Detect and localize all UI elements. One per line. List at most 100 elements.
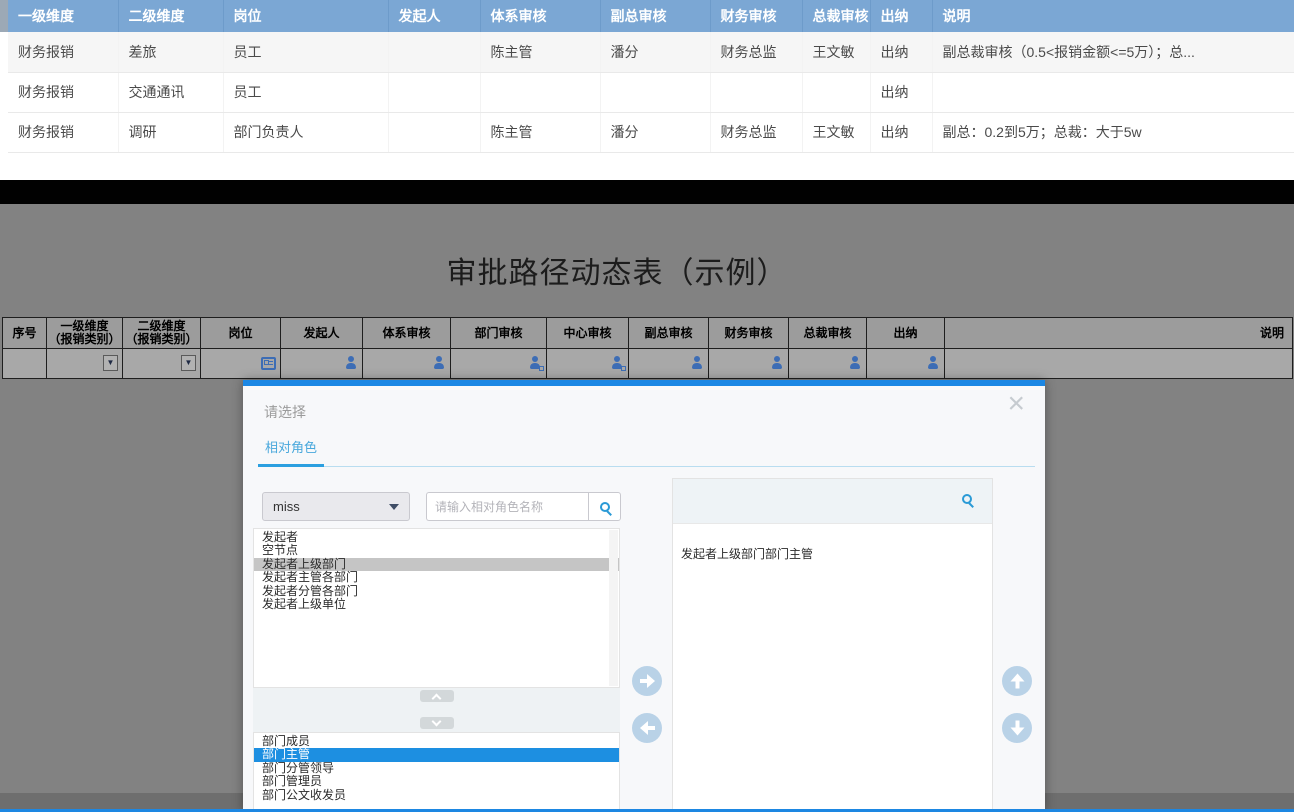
person-picker-icon[interactable]	[927, 356, 940, 370]
cell-dim2: ▼	[123, 349, 201, 379]
collapse-down-button[interactable]	[420, 717, 454, 729]
path-input-row: ▼ ▼	[3, 349, 1293, 379]
person-picker-icon[interactable]	[433, 356, 446, 370]
person-badge-picker-icon[interactable]	[529, 356, 542, 370]
col-header: 财务审核	[709, 318, 789, 349]
arrow-down-icon	[1010, 721, 1024, 736]
list-item[interactable]: 发起者主管各部门	[254, 571, 619, 584]
dropdown-button[interactable]: ▼	[181, 355, 196, 371]
selected-search-bar[interactable]	[673, 479, 992, 524]
dialog-title: 请选择	[264, 402, 306, 422]
col-header: 总裁审核	[802, 0, 870, 32]
list-item[interactable]: 发起者上级单位	[254, 598, 619, 611]
col-header: 副总审核	[600, 0, 710, 32]
collapse-up-button[interactable]	[420, 690, 454, 702]
path-header-row: 序号 一级维度（报销类别） 二级维度（报销类别） 岗位 发起人 体系审核 部门审…	[3, 318, 1293, 349]
person-picker-icon[interactable]	[849, 356, 862, 370]
search-icon	[600, 502, 610, 512]
list-item-selected[interactable]: 部门主管	[254, 748, 619, 761]
table-row[interactable]: 财务报销 调研 部门负责人 陈主管 潘分 财务总监 王文敏 出纳 副总：0.2到…	[8, 112, 1294, 152]
chevron-up-icon	[432, 693, 442, 703]
list-item[interactable]: 发起者上级部门部门主管	[673, 548, 992, 561]
move-right-button[interactable]	[632, 666, 662, 696]
col-header: 中心审核	[547, 318, 629, 349]
person-picker-icon[interactable]	[771, 356, 784, 370]
col-header: 总裁审核	[789, 318, 867, 349]
col-header: 说明	[945, 318, 1293, 349]
selected-roles-list: 发起者上级部门部门主管	[673, 524, 992, 561]
col-header: 出纳	[870, 0, 932, 32]
tab-relative-role[interactable]: 相对角色	[265, 437, 317, 456]
list-item[interactable]: 部门公文收发员	[254, 789, 619, 802]
chevron-down-icon	[389, 504, 399, 510]
tab-active-underline	[258, 464, 324, 467]
person-picker-icon[interactable]	[345, 356, 358, 370]
role-search-input[interactable]	[426, 492, 588, 521]
arrow-left-icon	[640, 721, 655, 735]
page-title: 审批路径动态表（示例）	[0, 248, 1294, 292]
list-item[interactable]: 部门管理员	[254, 775, 619, 788]
person-badge-picker-icon[interactable]	[611, 356, 624, 370]
chevron-down-icon	[432, 716, 442, 726]
col-header: 出纳	[867, 318, 945, 349]
screen: 一级维度 二级维度 岗位 发起人 体系审核 副总审核 财务审核 总裁审核 出纳 …	[0, 0, 1294, 812]
move-down-button[interactable]	[1002, 713, 1032, 743]
col-header: 一级维度	[8, 0, 118, 32]
list-splitter	[253, 688, 620, 732]
cell-initiator	[281, 349, 363, 379]
table-corner-notch	[0, 0, 8, 32]
cell-president-review	[789, 349, 867, 379]
list-item[interactable]: 发起者	[254, 531, 619, 544]
arrow-right-icon	[640, 674, 655, 688]
post-picker-icon[interactable]	[261, 357, 276, 370]
table-row[interactable]: 财务报销 差旅 员工 陈主管 潘分 财务总监 王文敏 出纳 副总裁审核（0.5<…	[8, 32, 1294, 72]
dropdown-button[interactable]: ▼	[103, 355, 118, 371]
cell-system-review	[363, 349, 451, 379]
col-header: 财务审核	[710, 0, 802, 32]
cell-vp-review	[629, 349, 709, 379]
available-roles-list: 发起者 空节点 发起者上级部门 发起者主管各部门 发起者分管各部门 发起者上级单…	[253, 528, 620, 688]
cell-center-review	[547, 349, 629, 379]
col-header: 二级维度	[118, 0, 223, 32]
list-item[interactable]: 发起者分管各部门	[254, 585, 619, 598]
cell-post	[201, 349, 281, 379]
cell-note	[945, 349, 1293, 379]
cell-seq	[3, 349, 47, 379]
move-up-button[interactable]	[1002, 666, 1032, 696]
dropdown-value: miss	[273, 499, 300, 514]
dialog-top-accent	[243, 380, 1045, 386]
col-header: 发起人	[388, 0, 480, 32]
close-icon[interactable]: ×	[1007, 388, 1025, 420]
col-header: 二级维度（报销类别）	[123, 318, 201, 349]
col-header: 体系审核	[480, 0, 600, 32]
cell-cashier	[867, 349, 945, 379]
arrow-up-icon	[1010, 674, 1024, 689]
col-header: 发起人	[281, 318, 363, 349]
cell-dept-review	[451, 349, 547, 379]
approval-path-table: 序号 一级维度（报销类别） 二级维度（报销类别） 岗位 发起人 体系审核 部门审…	[2, 317, 1293, 379]
select-dialog: 请选择 × 相对角色 miss 发起者 空节点 发起者上级部门 发起者主管各部门…	[243, 380, 1045, 812]
move-left-button[interactable]	[632, 713, 662, 743]
col-header: 副总审核	[629, 318, 709, 349]
col-header: 序号	[3, 318, 47, 349]
role-search	[426, 492, 621, 521]
search-button[interactable]	[588, 492, 621, 521]
col-header: 部门审核	[451, 318, 547, 349]
role-type-dropdown[interactable]: miss	[262, 492, 410, 521]
summary-header-row: 一级维度 二级维度 岗位 发起人 体系审核 副总审核 财务审核 总裁审核 出纳 …	[8, 0, 1294, 32]
col-header: 岗位	[223, 0, 388, 32]
cell-finance-review	[709, 349, 789, 379]
col-header: 体系审核	[363, 318, 451, 349]
col-header: 岗位	[201, 318, 281, 349]
divider-bar	[0, 180, 1294, 204]
tab-underline	[258, 466, 1035, 467]
list-item[interactable]: 空节点	[254, 544, 619, 557]
search-icon	[962, 494, 972, 504]
person-picker-icon[interactable]	[691, 356, 704, 370]
approval-summary-table: 一级维度 二级维度 岗位 发起人 体系审核 副总审核 财务审核 总裁审核 出纳 …	[8, 0, 1294, 153]
col-header: 说明	[932, 0, 1294, 32]
sub-roles-list: 部门成员 部门主管 部门分管领导 部门管理员 部门公文收发员	[253, 732, 620, 812]
col-header: 一级维度（报销类别）	[47, 318, 123, 349]
table-row[interactable]: 财务报销 交通通讯 员工 出纳	[8, 72, 1294, 112]
selected-roles-panel: 发起者上级部门部门主管	[672, 478, 993, 812]
